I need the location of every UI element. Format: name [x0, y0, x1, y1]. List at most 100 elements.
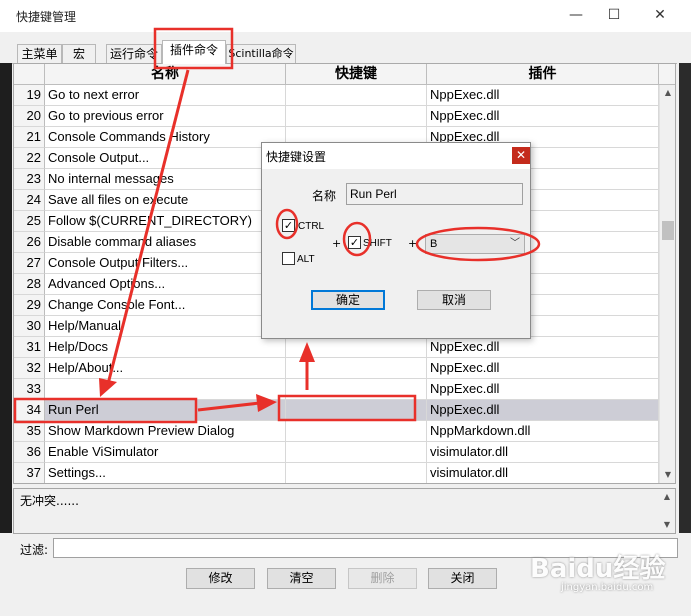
row-number: 21: [14, 127, 45, 148]
name-cell: Change Console Font...: [45, 295, 286, 316]
table-row[interactable]: 31 Help/Docs NppExec.dll: [14, 337, 659, 358]
cancel-button[interactable]: 取消: [417, 290, 491, 310]
plus-sign: +: [408, 237, 418, 250]
name-cell: Advanced Options...: [45, 274, 286, 295]
name-cell: Help/Docs: [45, 337, 286, 358]
key-select[interactable]: B ﹀: [425, 234, 525, 254]
name-cell: Save all files on execute: [45, 190, 286, 211]
dialog-name-field: Run Perl: [346, 183, 523, 205]
row-number: 23: [14, 169, 45, 190]
window-title: 快捷键管理: [16, 10, 77, 24]
row-number: 33: [14, 379, 45, 400]
shortcut-cell: [286, 442, 427, 463]
scroll-down-arrow-icon[interactable]: ▼: [660, 467, 675, 483]
scroll-up-arrow-icon[interactable]: ▲: [659, 489, 675, 505]
shortcut-cell: [286, 85, 427, 106]
plugin-cell: NppExec.dll: [427, 106, 659, 127]
row-number: 30: [14, 316, 45, 337]
tab-plugin-commands[interactable]: 插件命令: [162, 40, 226, 64]
table-row[interactable]: 32 Help/About... NppExec.dll: [14, 358, 659, 379]
dialog-title: 快捷键设置: [266, 150, 327, 164]
close-dialog-button[interactable]: 关闭: [428, 568, 497, 589]
dialog-close-icon[interactable]: ✕: [512, 147, 530, 164]
conflict-scrollbar[interactable]: ▲ ▼: [659, 489, 675, 533]
tab-scintilla-commands[interactable]: Scintilla命令: [226, 44, 296, 64]
plugin-cell: NppExec.dll: [427, 358, 659, 379]
shortcut-cell: [286, 463, 427, 483]
row-number: 32: [14, 358, 45, 379]
row-number: 34: [14, 400, 45, 421]
plugin-cell: NppExec.dll: [427, 337, 659, 358]
table-row[interactable]: 20 Go to previous error NppExec.dll: [14, 106, 659, 127]
name-cell: Enable ViSimulator: [45, 442, 286, 463]
modify-button[interactable]: 修改: [186, 568, 255, 589]
row-number: 28: [14, 274, 45, 295]
scrollbar-thumb[interactable]: [662, 221, 674, 240]
name-cell: Console Commands History: [45, 127, 286, 148]
row-number: 20: [14, 106, 45, 127]
name-cell: No internal messages: [45, 169, 286, 190]
grid-scrollbar[interactable]: ▲ ▼: [659, 85, 675, 483]
row-number: 25: [14, 211, 45, 232]
scroll-down-arrow-icon[interactable]: ▼: [659, 517, 675, 533]
ctrl-label: CTRL: [298, 221, 325, 232]
column-header-name[interactable]: 名称: [45, 64, 286, 85]
tab-macro[interactable]: 宏: [62, 44, 96, 64]
table-row[interactable]: 35 Show Markdown Preview Dialog NppMarkdow…: [14, 421, 659, 442]
name-cell: Settings...: [45, 463, 286, 483]
watermark-url: jingyan.baidu.com: [561, 582, 654, 593]
table-row[interactable]: 37 Settings... visimulator.dll: [14, 463, 659, 483]
tab-run-commands[interactable]: 运行命令: [106, 44, 162, 64]
tab-main-menu[interactable]: 主菜单: [17, 44, 62, 64]
grid-header: 名称 快捷键 插件: [14, 64, 675, 85]
table-row[interactable]: 33 NppExec.dll: [14, 379, 659, 400]
name-cell: Help/About...: [45, 358, 286, 379]
conflict-info-box: 无冲突...... ▲ ▼: [13, 488, 676, 534]
chevron-down-icon: ﹀: [510, 238, 520, 249]
name-cell: Console Output Filters...: [45, 253, 286, 274]
close-button[interactable]: ✕: [637, 0, 683, 32]
row-number: 36: [14, 442, 45, 463]
table-row[interactable]: 19 Go to next error NppExec.dll: [14, 85, 659, 106]
row-number: 31: [14, 337, 45, 358]
shortcut-cell: [286, 337, 427, 358]
filter-label: 过滤:: [20, 543, 49, 557]
shortcut-cell: [286, 421, 427, 442]
column-header-shortcut[interactable]: 快捷键: [286, 64, 427, 85]
shift-checkbox[interactable]: ✓: [348, 236, 361, 249]
watermark-logo: Baidu经验: [530, 554, 666, 584]
delete-button: 删除: [348, 568, 417, 589]
background-editor-strip-left: [0, 63, 12, 533]
dialog-name-label: 名称: [312, 189, 337, 203]
name-cell: Run Perl: [45, 400, 286, 421]
header-corner: [14, 64, 45, 85]
window-titlebar: 快捷键管理 — ☐ ✕: [0, 0, 691, 32]
column-header-plugin[interactable]: 插件: [427, 64, 659, 85]
clear-button[interactable]: 清空: [267, 568, 336, 589]
name-cell: Show Markdown Preview Dialog: [45, 421, 286, 442]
row-number: 22: [14, 148, 45, 169]
plugin-cell: visimulator.dll: [427, 442, 659, 463]
name-cell: Console Output...: [45, 148, 286, 169]
table-row[interactable]: 36 Enable ViSimulator visimulator.dll: [14, 442, 659, 463]
name-cell: Disable command aliases: [45, 232, 286, 253]
alt-checkbox[interactable]: [282, 252, 295, 265]
maximize-button[interactable]: ☐: [591, 0, 637, 32]
scroll-up-arrow-icon[interactable]: ▲: [660, 85, 675, 101]
shortcut-settings-dialog: 快捷键设置 ✕ 名称 Run Perl ✓ CTRL ALT + ✓ SHIFT…: [261, 142, 531, 339]
conflict-text: 无冲突......: [20, 494, 79, 508]
name-cell: Go to previous error: [45, 106, 286, 127]
row-number: 26: [14, 232, 45, 253]
ctrl-checkbox[interactable]: ✓: [282, 219, 295, 232]
row-number: 19: [14, 85, 45, 106]
plugin-cell: visimulator.dll: [427, 463, 659, 483]
checkmark-icon: ✓: [349, 236, 360, 249]
ok-button[interactable]: 确定: [311, 290, 385, 310]
row-number: 29: [14, 295, 45, 316]
header-filler: [659, 64, 675, 85]
name-cell: Help/Manual: [45, 316, 286, 337]
row-number: 24: [14, 190, 45, 211]
name-cell: Follow $(CURRENT_DIRECTORY): [45, 211, 286, 232]
shortcut-cell: [286, 358, 427, 379]
table-row[interactable]: 34 Run Perl NppExec.dll: [14, 400, 659, 421]
